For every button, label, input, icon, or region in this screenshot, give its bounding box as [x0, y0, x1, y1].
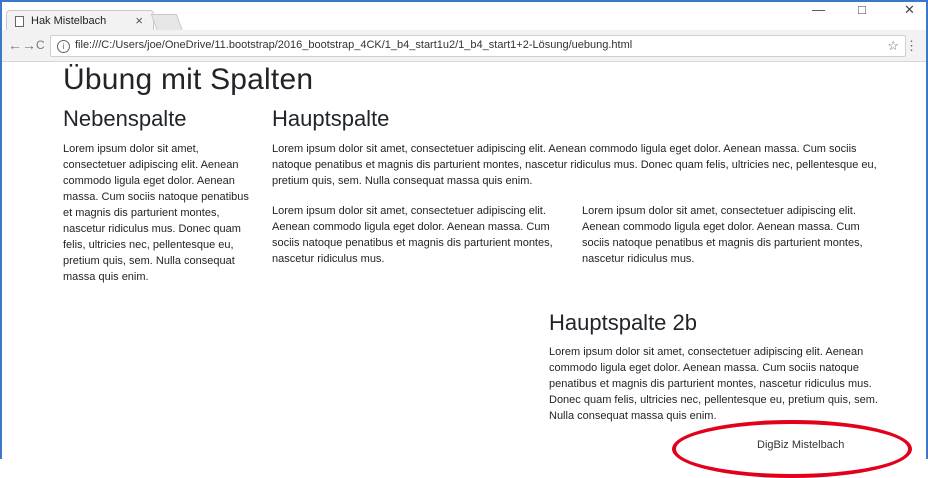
- reload-icon[interactable]: C: [36, 38, 45, 52]
- minimize-icon[interactable]: —: [812, 2, 825, 17]
- hauptspalte-text: Lorem ipsum dolor sit amet, consectetuer…: [272, 143, 877, 187]
- footer-text: DigBiz Mistelbach: [757, 439, 845, 451]
- page-icon: [15, 16, 24, 27]
- hauptspalte-column: Hauptspalte Lorem ipsum dolor sit amet, …: [272, 106, 892, 283]
- hauptspalte-sub-text-2: Lorem ipsum dolor sit amet, consectetuer…: [582, 205, 863, 265]
- hauptspalte-2b-text: Lorem ipsum dolor sit amet, consectetuer…: [549, 346, 878, 422]
- page-title: Übung mit Spalten: [63, 63, 314, 96]
- nebenspalte-column: Nebenspalte Lorem ipsum dolor sit amet, …: [63, 106, 259, 285]
- address-bar[interactable]: i file:///C:/Users/joe/OneDrive/11.boots…: [50, 35, 906, 57]
- bookmark-star-icon[interactable]: ☆: [887, 38, 899, 54]
- back-icon[interactable]: ←: [8, 37, 22, 53]
- forward-icon[interactable]: →: [22, 37, 36, 53]
- maximize-icon[interactable]: □: [858, 2, 866, 17]
- close-window-icon[interactable]: ✕: [904, 2, 915, 18]
- tab-strip: Hak Mistelbach × — □ ✕: [2, 2, 926, 32]
- hauptspalte-sub-text-1: Lorem ipsum dolor sit amet, consectetuer…: [272, 205, 553, 265]
- browser-toolbar: ← → C i file:///C:/Users/joe/OneDrive/11…: [2, 30, 926, 62]
- nebenspalte-heading: Nebenspalte: [63, 106, 187, 131]
- nebenspalte-text: Lorem ipsum dolor sit amet, consectetuer…: [63, 143, 249, 283]
- tab-title: Hak Mistelbach: [31, 15, 107, 27]
- menu-icon[interactable]: ⋮: [905, 38, 918, 54]
- hauptspalte-2b-column: Hauptspalte 2b Lorem ipsum dolor sit ame…: [549, 310, 889, 424]
- page-content: Übung mit Spalten Nebenspalte Lorem ipsu…: [0, 63, 928, 478]
- browser-tab[interactable]: Hak Mistelbach ×: [6, 10, 154, 32]
- hauptspalte-subrow: Lorem ipsum dolor sit amet, consectetuer…: [272, 203, 892, 283]
- hauptspalte-2b-heading: Hauptspalte 2b: [549, 310, 697, 335]
- hauptspalte-heading: Hauptspalte: [272, 106, 390, 131]
- url-text[interactable]: file:///C:/Users/joe/OneDrive/11.bootstr…: [75, 39, 632, 51]
- tab-close-icon[interactable]: ×: [135, 13, 143, 28]
- info-icon[interactable]: i: [57, 40, 70, 53]
